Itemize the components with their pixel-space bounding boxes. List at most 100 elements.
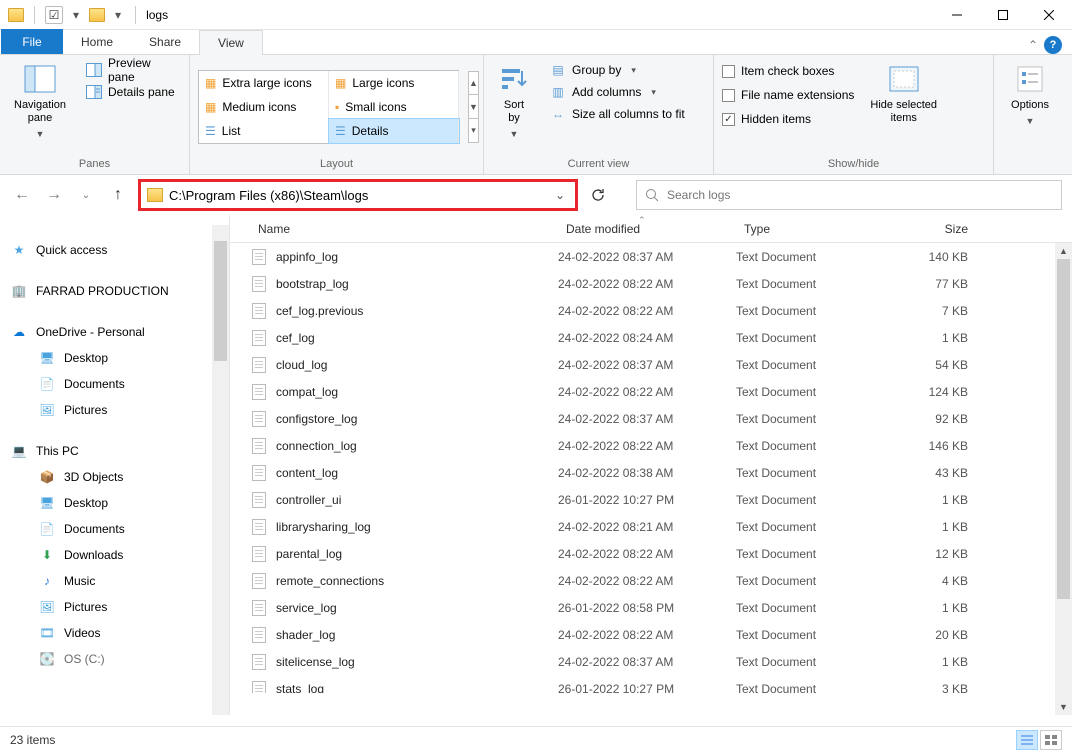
nav-pictures[interactable]: 🖼Pictures (0, 594, 229, 620)
navigation-pane[interactable]: ★Quick access 🏢FARRAD PRODUCTION ☁OneDri… (0, 215, 230, 715)
file-extensions-toggle[interactable]: File name extensions (722, 83, 854, 107)
help-icon[interactable]: ? (1044, 36, 1062, 54)
nav-onedrive[interactable]: ☁OneDrive - Personal (0, 319, 229, 345)
layout-large[interactable]: ▦Large icons (329, 71, 459, 95)
file-row[interactable]: appinfo_log24-02-2022 08:37 AMText Docum… (230, 243, 1072, 270)
navigation-pane-button[interactable]: Navigation pane ▼ (8, 59, 72, 143)
layout-extra-large[interactable]: ▦Extra large icons (199, 71, 329, 95)
address-bar[interactable]: ⌄ (138, 179, 578, 211)
nav-quick-access[interactable]: ★Quick access (0, 237, 229, 263)
file-icon (250, 275, 268, 293)
file-type: Text Document (736, 574, 886, 588)
file-type: Text Document (736, 331, 886, 345)
size-columns-button[interactable]: ↔Size all columns to fit (546, 103, 689, 125)
nav-this-pc[interactable]: 💻This PC (0, 438, 229, 464)
nav-history-button[interactable]: ⌄ (74, 183, 98, 207)
file-row[interactable]: remote_connections24-02-2022 08:22 AMTex… (230, 567, 1072, 594)
nav-od-desktop[interactable]: 🖥Desktop (0, 345, 229, 371)
file-row[interactable]: controller_ui26-01-2022 10:27 PMText Doc… (230, 486, 1072, 513)
ribbon-group-currentview-label: Current view (492, 154, 705, 174)
nav-documents[interactable]: 📄Documents (0, 516, 229, 542)
file-list-pane: ⌃ Name Date modified Type Size appinfo_l… (230, 215, 1072, 715)
file-size: 124 KB (886, 385, 968, 399)
file-row[interactable]: content_log24-02-2022 08:38 AMText Docum… (230, 459, 1072, 486)
col-size[interactable]: Size (886, 222, 976, 236)
view-thumbnails-button[interactable] (1040, 730, 1062, 750)
layout-scroll[interactable]: ▲▼▾ (468, 71, 479, 143)
nav-back-button[interactable]: ← (10, 183, 34, 207)
file-row[interactable]: cef_log.previous24-02-2022 08:22 AMText … (230, 297, 1072, 324)
tab-file[interactable]: File (1, 29, 63, 54)
col-name[interactable]: Name (250, 222, 558, 236)
file-icon (250, 599, 268, 617)
nav-desktop[interactable]: 🖥Desktop (0, 490, 229, 516)
file-row[interactable]: sitelicense_log24-02-2022 08:37 AMText D… (230, 648, 1072, 675)
file-row[interactable]: service_log26-01-2022 08:58 PMText Docum… (230, 594, 1072, 621)
file-date: 24-02-2022 08:24 AM (558, 331, 736, 345)
qat-chevron-icon[interactable]: ▾ (69, 8, 83, 22)
sort-by-button[interactable]: Sort by ▼ (492, 59, 536, 143)
nav-osc[interactable]: 💽OS (C:) (0, 646, 229, 672)
hidden-items-toggle[interactable]: Hidden items (722, 107, 854, 131)
file-type: Text Document (736, 412, 886, 426)
file-date: 24-02-2022 08:22 AM (558, 277, 736, 291)
details-pane-button[interactable]: Details pane (82, 81, 181, 103)
file-row[interactable]: cloud_log24-02-2022 08:37 AMText Documen… (230, 351, 1072, 378)
preview-pane-button[interactable]: Preview pane (82, 59, 181, 81)
nav-videos[interactable]: 🎞Videos (0, 620, 229, 646)
nav-forward-button[interactable]: → (42, 183, 66, 207)
column-headers[interactable]: ⌃ Name Date modified Type Size (230, 215, 1072, 243)
view-details-button[interactable] (1016, 730, 1038, 750)
file-type: Text Document (736, 520, 886, 534)
qat-properties-icon[interactable]: ☑ (45, 6, 63, 24)
search-box[interactable]: Search logs (636, 180, 1062, 210)
layout-picker[interactable]: ▦Extra large icons ▦Large icons ▦Medium … (198, 70, 459, 144)
file-type: Text Document (736, 655, 886, 669)
add-columns-button[interactable]: ▥Add columns▾ (546, 81, 689, 103)
nav-od-documents[interactable]: 📄Documents (0, 371, 229, 397)
ribbon-group-panes-label: Panes (8, 154, 181, 174)
file-date: 24-02-2022 08:37 AM (558, 412, 736, 426)
nav-scrollbar[interactable] (212, 225, 229, 715)
ribbon-collapse-icon[interactable]: ⌃ (1028, 38, 1038, 52)
file-row[interactable]: parental_log24-02-2022 08:22 AMText Docu… (230, 540, 1072, 567)
file-icon (250, 518, 268, 536)
qat-dropdown-icon[interactable]: ▾ (111, 8, 125, 22)
file-scrollbar[interactable]: ▲ ▼ (1055, 243, 1072, 715)
group-by-button[interactable]: ▤Group by▾ (546, 59, 689, 81)
tab-home[interactable]: Home (63, 29, 131, 54)
nav-od-pictures[interactable]: 🖼Pictures (0, 397, 229, 423)
layout-details[interactable]: ☰Details (329, 119, 459, 143)
address-dropdown-icon[interactable]: ⌄ (551, 188, 569, 202)
file-row[interactable]: shader_log24-02-2022 08:22 AMText Docume… (230, 621, 1072, 648)
file-row[interactable]: bootstrap_log24-02-2022 08:22 AMText Doc… (230, 270, 1072, 297)
file-icon (250, 464, 268, 482)
col-date[interactable]: Date modified (558, 222, 736, 236)
close-button[interactable] (1026, 0, 1072, 30)
tab-view[interactable]: View (199, 30, 263, 55)
nav-up-button[interactable]: ↑ (106, 183, 130, 207)
file-row[interactable]: stats_log26-01-2022 10:27 PMText Documen… (230, 675, 1072, 693)
maximize-button[interactable] (980, 0, 1026, 30)
refresh-button[interactable] (586, 183, 610, 207)
layout-list[interactable]: ☰List (199, 119, 329, 143)
tab-share[interactable]: Share (131, 29, 199, 54)
options-button[interactable]: Options ▼ (1005, 59, 1055, 130)
file-row[interactable]: connection_log24-02-2022 08:22 AMText Do… (230, 432, 1072, 459)
col-type[interactable]: Type (736, 222, 886, 236)
file-row[interactable]: librarysharing_log24-02-2022 08:21 AMTex… (230, 513, 1072, 540)
address-input[interactable] (169, 188, 545, 203)
file-row[interactable]: configstore_log24-02-2022 08:37 AMText D… (230, 405, 1072, 432)
file-list[interactable]: appinfo_log24-02-2022 08:37 AMText Docum… (230, 243, 1072, 693)
nav-3dobjects[interactable]: 📦3D Objects (0, 464, 229, 490)
item-checkboxes-toggle[interactable]: Item check boxes (722, 59, 854, 83)
layout-small[interactable]: ▪Small icons (329, 95, 459, 119)
hide-selected-button[interactable]: Hide selected items (864, 59, 943, 129)
file-row[interactable]: cef_log24-02-2022 08:24 AMText Document1… (230, 324, 1072, 351)
nav-downloads[interactable]: ⬇Downloads (0, 542, 229, 568)
file-row[interactable]: compat_log24-02-2022 08:22 AMText Docume… (230, 378, 1072, 405)
nav-music[interactable]: ♪Music (0, 568, 229, 594)
minimize-button[interactable] (934, 0, 980, 30)
nav-farrad[interactable]: 🏢FARRAD PRODUCTION (0, 278, 229, 304)
layout-medium[interactable]: ▦Medium icons (199, 95, 329, 119)
